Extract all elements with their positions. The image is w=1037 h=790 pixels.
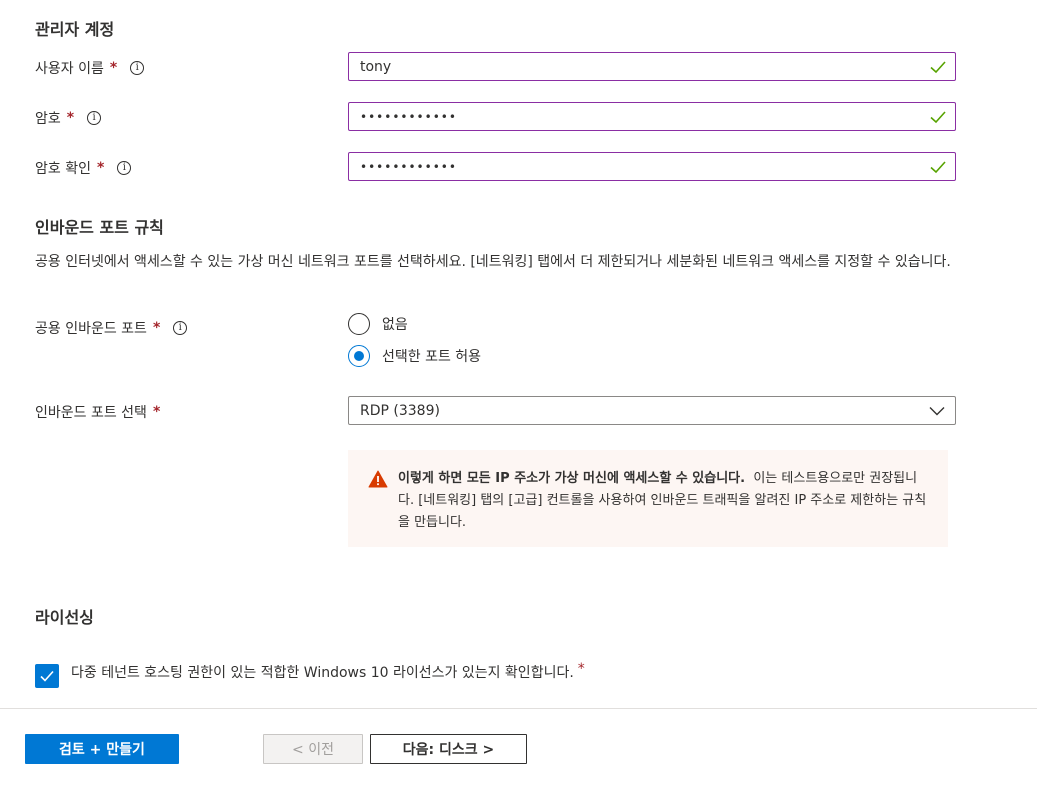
checkmark-icon [40,670,54,682]
valid-check-icon [930,110,946,123]
warning-message: 이렇게 하면 모든 IP 주소가 가상 머신에 액세스할 수 있습니다. 이는 … [348,450,948,547]
confirm-password-label: 암호 확인 [35,161,91,177]
warning-icon [368,470,388,488]
required-marker: * [577,661,585,677]
confirm-password-value: •••••••••••• [360,159,457,174]
valid-check-icon [930,60,946,73]
info-icon[interactable]: i [173,321,188,335]
public-ports-label-row: 공용 인바운드 포트 * i [35,318,188,338]
license-text: 다중 테넌트 호스팅 권한이 있는 적합한 Windows 10 라이선스가 있… [71,665,574,681]
license-checkbox[interactable] [35,664,59,688]
radio-none[interactable]: 없음 [348,313,408,335]
username-label: 사용자 이름 [35,61,104,77]
inbound-rules-title: 인바운드 포트 규칙 [35,218,164,237]
password-label: 암호 [35,111,61,127]
password-label-row: 암호 * i [35,108,102,128]
required-marker: * [109,60,118,76]
password-value: •••••••••••• [360,109,457,124]
confirm-password-label-row: 암호 확인 * i [35,158,132,178]
footer-divider [0,708,1037,709]
required-marker: * [152,320,161,336]
radio-allow-label: 선택한 포트 허용 [382,349,482,365]
inbound-description: 공용 인터넷에서 액세스할 수 있는 가상 머신 네트워크 포트를 선택하세요.… [35,254,951,270]
info-icon[interactable]: i [130,61,145,75]
radio-button-selected[interactable] [348,345,370,367]
info-icon[interactable]: i [87,111,102,125]
public-ports-label: 공용 인바운드 포트 [35,321,147,337]
dropdown-value: RDP (3389) [360,402,440,419]
license-checkbox-label[interactable]: 다중 테넌트 호스팅 권한이 있는 적합한 Windows 10 라이선스가 있… [71,661,631,684]
required-marker: * [152,404,161,420]
admin-account-title: 관리자 계정 [35,20,115,39]
select-ports-label: 인바운드 포트 선택 [35,405,147,421]
warning-bold-text: 이렇게 하면 모든 IP 주소가 가상 머신에 액세스할 수 있습니다. [398,471,746,486]
inbound-ports-dropdown[interactable]: RDP (3389) [348,396,956,425]
username-label-row: 사용자 이름 * i [35,58,145,78]
previous-button[interactable]: < 이전 [263,734,363,764]
radio-none-label: 없음 [382,317,408,333]
select-ports-label-row: 인바운드 포트 선택 * [35,402,160,422]
radio-allow-selected[interactable]: 선택한 포트 허용 [348,345,481,367]
review-create-button[interactable]: 검토 + 만들기 [25,734,179,764]
info-icon[interactable]: i [117,161,132,175]
required-marker: * [96,160,105,176]
chevron-down-icon [929,406,945,415]
username-value: tony [360,58,392,75]
confirm-password-input[interactable]: •••••••••••• [348,152,956,181]
username-input[interactable]: tony [348,52,956,81]
next-disk-button[interactable]: 다음: 디스크 > [370,734,527,764]
licensing-title: 라이선싱 [35,608,94,627]
required-marker: * [66,110,75,126]
radio-button[interactable] [348,313,370,335]
valid-check-icon [930,160,946,173]
password-input[interactable]: •••••••••••• [348,102,956,131]
